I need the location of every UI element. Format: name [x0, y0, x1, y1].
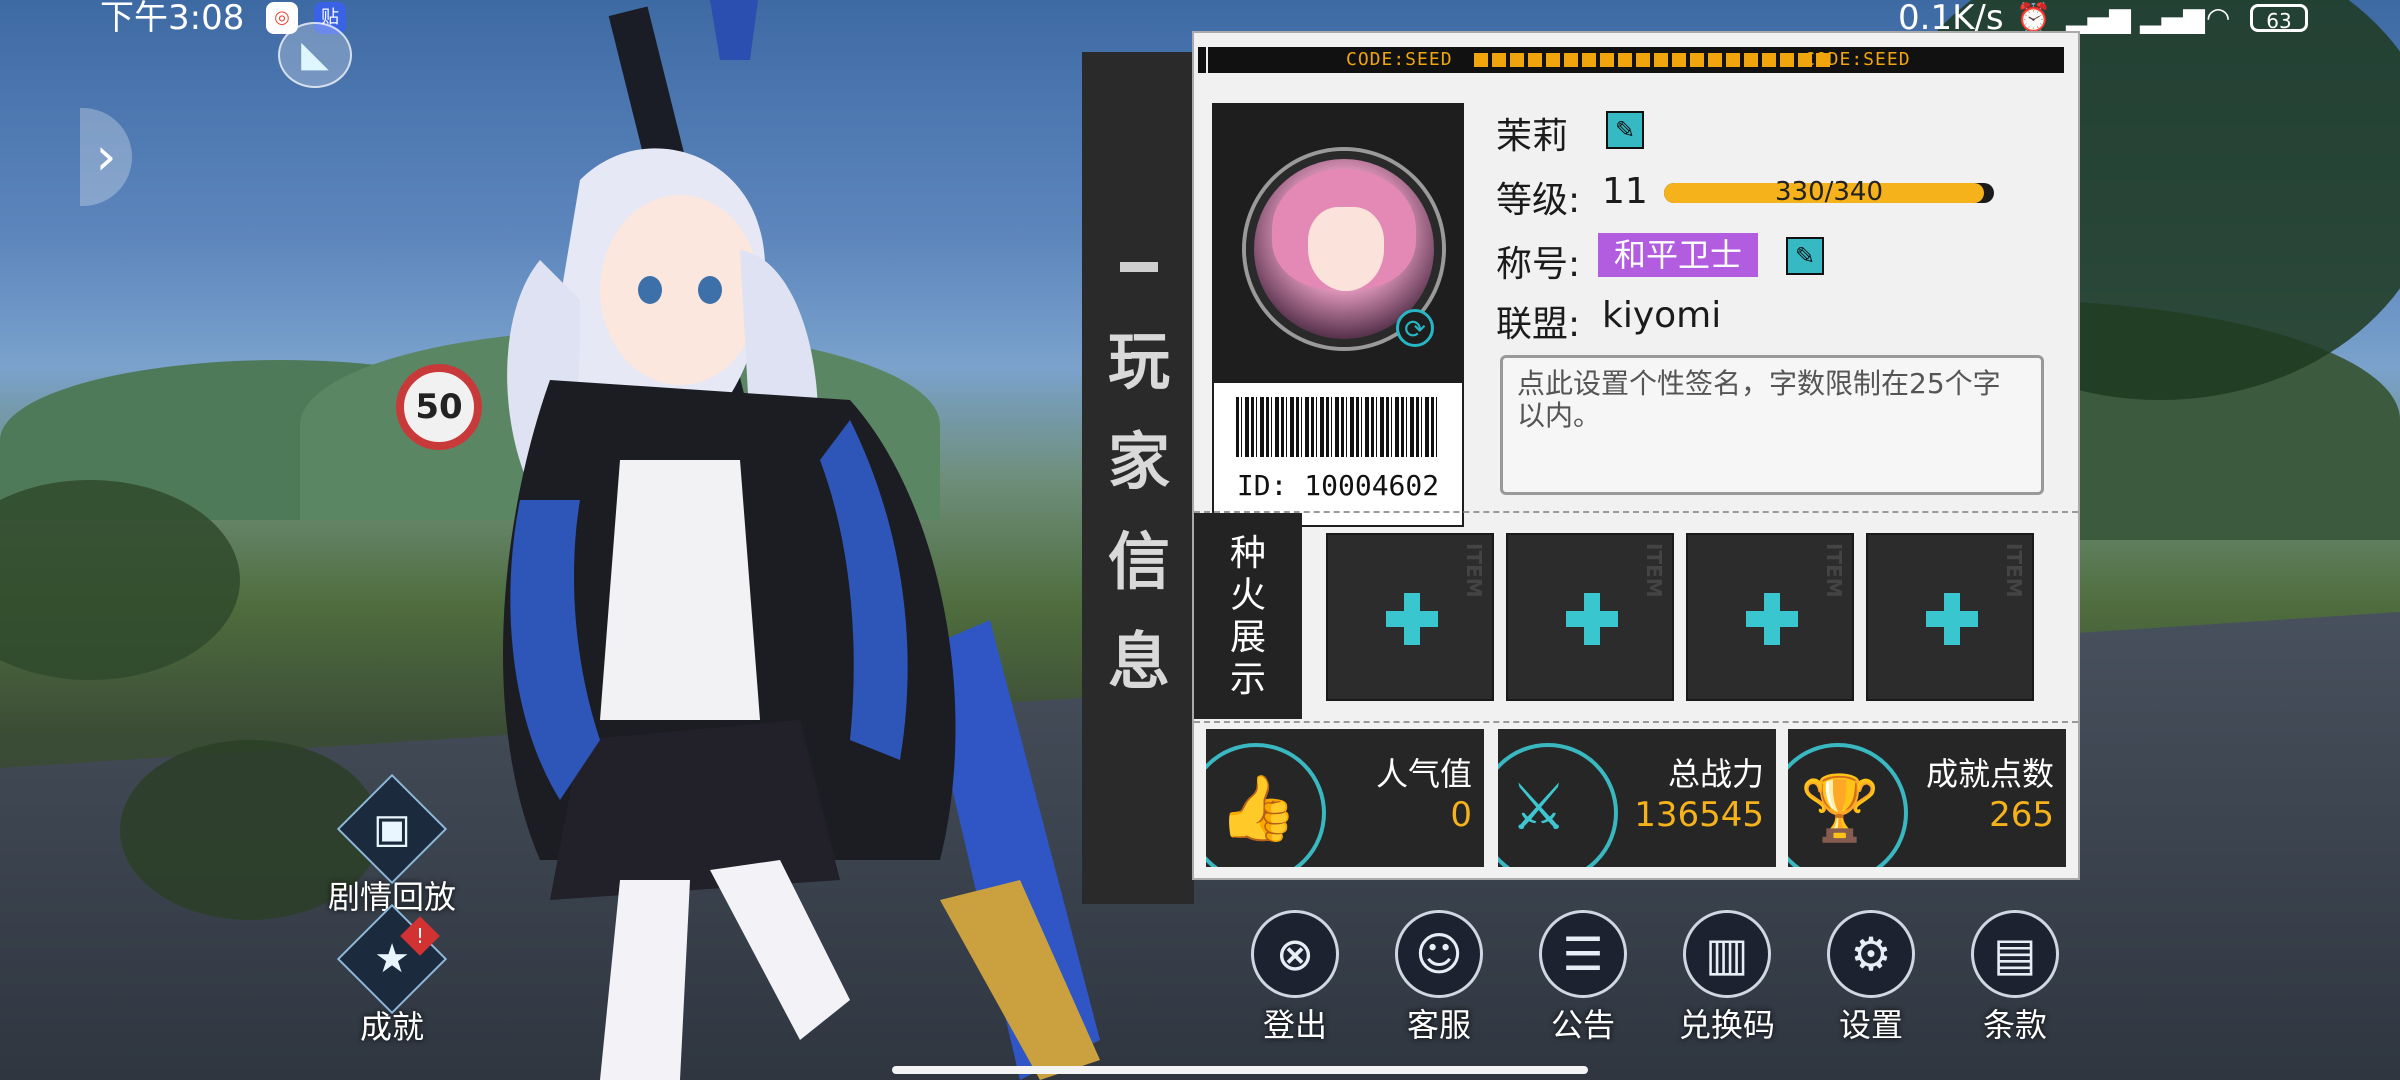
thumbs-up-icon: 👍 [1218, 772, 1298, 846]
xp-text: 330/340 [1774, 177, 1883, 207]
divider [1194, 511, 2078, 513]
achievement-points-value: 265 [1989, 795, 2054, 835]
code-label-right: CODE:SEED [1804, 49, 1911, 70]
level-value: 11 [1602, 171, 1648, 212]
showcase-slot-1[interactable]: ITEM [1326, 533, 1494, 701]
chevron-right-icon: › [95, 127, 117, 187]
signal-icon: ▂▄▆ [2066, 1, 2131, 34]
avatar-card: ⟳ ID: 10004602 [1212, 103, 1464, 527]
signature-input[interactable]: 点此设置个性签名，字数限制在25个字以内。 [1500, 355, 2044, 495]
customer-service-button[interactable]: ☺ 客服 [1384, 910, 1494, 1046]
player-id-card: ID: 10004602 [1214, 383, 1462, 525]
plus-icon [1746, 593, 1798, 645]
banner-title: 玩家信息 [1107, 325, 1170, 698]
pencil-icon: ✎ [1614, 116, 1636, 144]
announcement-button[interactable]: ☰ 公告 [1528, 910, 1638, 1046]
popularity-value: 0 [1450, 795, 1472, 835]
popularity-stat[interactable]: 👍 人气值 0 [1206, 729, 1484, 867]
banner-stripe [1120, 262, 1158, 272]
code-seed-bar: CODE:SEED CODE:SEED [1198, 47, 2064, 73]
alliance-value: kiyomi [1602, 295, 1722, 336]
status-bar: 下午3:08 ◎ 贴 0.1K/s ⏰ ▂▄▆ ▂▄▆ ◠ 63 [0, 0, 2400, 36]
alarm-icon: ⏰ [2016, 1, 2051, 34]
player-info-panel: CODE:SEED CODE:SEED ⟳ ID: 10004602 茉莉 ✎ … [1194, 33, 2078, 878]
barcode [1236, 397, 1440, 457]
clock: 下午3:08 [100, 0, 245, 38]
showcase-slot-2[interactable]: ITEM [1506, 533, 1674, 701]
gear-icon: ⚙ [1827, 910, 1915, 998]
redeem-code-button[interactable]: ▥ 兑换码 [1672, 910, 1782, 1046]
title-label: 称号: [1496, 244, 1581, 285]
player-name: 茉莉 [1496, 116, 1569, 157]
alliance-label: 联盟: [1496, 304, 1581, 345]
combat-power-stat[interactable]: ⚔ 总战力 136545 [1498, 729, 1776, 867]
showcase-slot-4[interactable]: ITEM [1866, 533, 2034, 701]
plus-icon [1566, 593, 1618, 645]
signal-icon: ▂▄▆ [2140, 1, 2205, 34]
combat-power-value: 136545 [1634, 795, 1764, 835]
battery-indicator: 63 [2250, 4, 2308, 33]
settings-button[interactable]: ⚙ 设置 [1816, 910, 1926, 1046]
barcode-scan-icon: ▥ [1683, 910, 1771, 998]
level-label: 等级: [1496, 180, 1581, 221]
popularity-label: 人气值 [1375, 755, 1472, 793]
player-info-banner: 玩家信息 [1082, 52, 1194, 904]
plus-icon [1386, 593, 1438, 645]
combat-power-label: 总战力 [1667, 755, 1764, 793]
pencil-icon: ✎ [1794, 242, 1816, 270]
crossed-swords-icon: ⚔ [1510, 771, 1568, 845]
title-badge[interactable]: 和平卫士 [1598, 233, 1758, 277]
logout-icon: ⊗ [1251, 910, 1339, 998]
spear-tip [710, 0, 758, 60]
change-avatar-refresh-icon[interactable]: ⟳ [1396, 309, 1434, 347]
home-indicator[interactable] [892, 1066, 1588, 1074]
game-logo-icon[interactable]: ◣ [278, 22, 352, 88]
divider [1194, 721, 2078, 723]
showcase-slot-3[interactable]: ITEM [1686, 533, 1854, 701]
edit-name-button[interactable]: ✎ [1606, 111, 1644, 149]
headset-icon: ☺ [1395, 910, 1483, 998]
character-illustration [502, 0, 1100, 1080]
network-speed: 0.1K/s [1898, 0, 2004, 38]
achievement-points-stat[interactable]: 🏆 成就点数 265 [1788, 729, 2066, 867]
spark-showcase-label: 种火展示 [1194, 513, 1302, 719]
achievement-points-label: 成就点数 [1925, 755, 2054, 793]
player-id: ID: 10004602 [1236, 469, 1440, 502]
logout-button[interactable]: ⊗ 登出 [1240, 910, 1350, 1046]
wifi-icon: ◠ [2206, 1, 2231, 34]
xp-progress-bar: 330/340 [1664, 177, 1994, 207]
edit-title-button[interactable]: ✎ [1786, 237, 1824, 275]
document-icon: ▤ [1971, 910, 2059, 998]
plus-icon [1926, 593, 1978, 645]
code-label-left: CODE:SEED [1346, 49, 1453, 70]
terms-button[interactable]: ▤ 条款 [1960, 910, 2070, 1046]
notice-icon: ☰ [1539, 910, 1627, 998]
trophy-icon: 🏆 [1800, 772, 1880, 846]
